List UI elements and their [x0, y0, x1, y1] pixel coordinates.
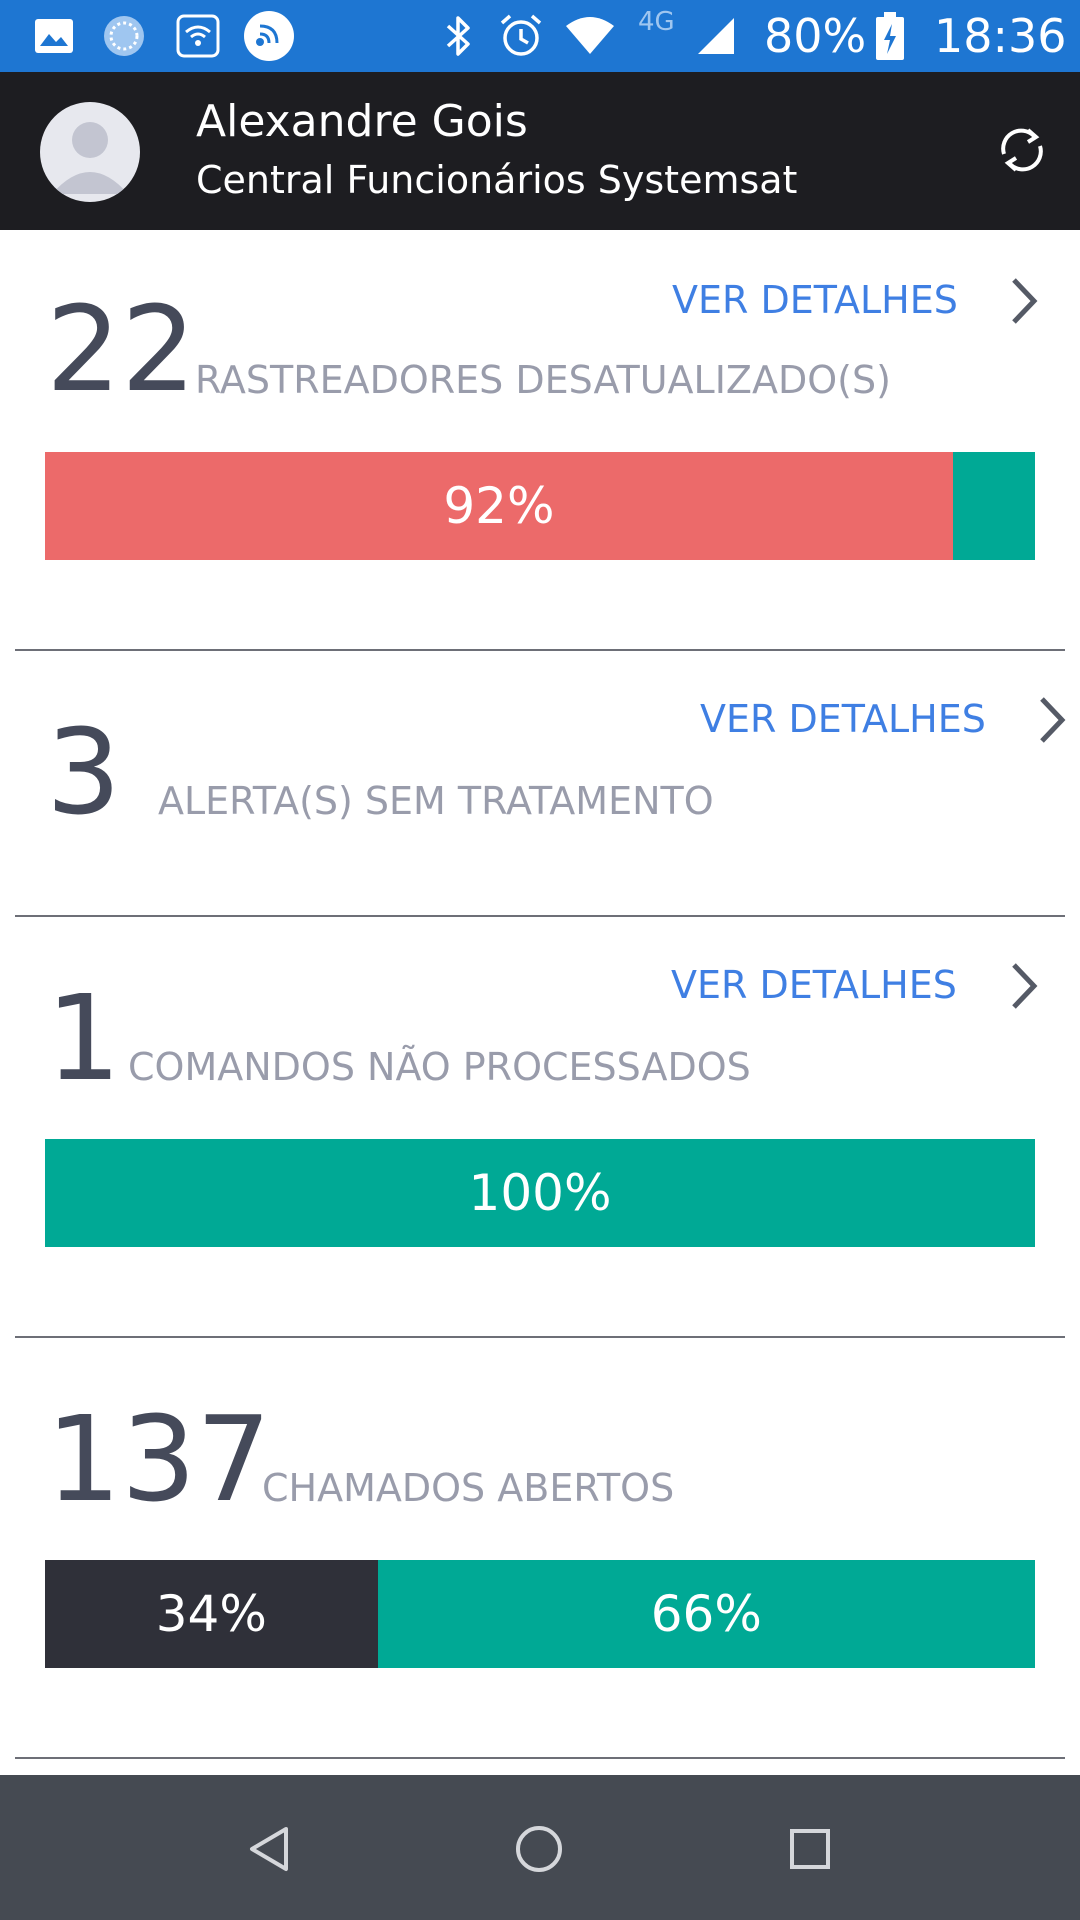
clock: 18:36: [934, 9, 1067, 63]
bar-segment: 66%: [377, 1560, 1035, 1668]
bar-segment: 92%: [45, 452, 953, 560]
progress-bar: 92%: [45, 452, 1035, 560]
signal-app-icon: [243, 0, 295, 72]
bar-segment: [952, 452, 1035, 560]
sync-icon: [102, 0, 146, 72]
card-open-tickets: 137 CHAMADOS ABERTOS 34% 66%: [0, 1338, 1080, 1758]
details-link[interactable]: VER DETALHES: [671, 963, 957, 1007]
battery-charging-icon: [876, 0, 904, 72]
recents-icon[interactable]: [788, 1827, 832, 1871]
bar-segment: 34%: [45, 1560, 378, 1668]
count-value: 3: [46, 703, 122, 841]
refresh-icon[interactable]: [990, 118, 1054, 182]
card-untreated-alerts: VER DETALHES 3 ALERTA(S) SEM TRATAMENTO: [0, 651, 1080, 916]
battery-percent: 80%: [764, 9, 867, 63]
count-label: ALERTA(S) SEM TRATAMENTO: [158, 779, 714, 823]
count-value: 1: [46, 969, 122, 1107]
back-icon[interactable]: [246, 1825, 294, 1873]
count-label: RASTREADORES DESATUALIZADO(S): [195, 358, 891, 402]
wifi-icon: [564, 0, 616, 72]
progress-bar: 100%: [45, 1139, 1035, 1247]
count-value: 137: [46, 1390, 272, 1528]
card-unprocessed-commands: VER DETALHES 1 COMANDOS NÃO PROCESSADOS …: [0, 917, 1080, 1337]
progress-bar: 34% 66%: [45, 1560, 1035, 1668]
card-outdated-trackers: VER DETALHES 22 RASTREADORES DESATUALIZA…: [0, 230, 1080, 650]
chevron-right-icon[interactable]: [1032, 695, 1072, 745]
count-value: 22: [46, 280, 197, 418]
wifi-settings-icon: [176, 0, 220, 72]
count-label: COMANDOS NÃO PROCESSADOS: [128, 1045, 751, 1089]
home-icon[interactable]: [514, 1824, 564, 1874]
bar-segment: 100%: [45, 1139, 1035, 1247]
network-type: 4G: [638, 7, 675, 37]
status-bar: 4G 80% 18:36: [0, 0, 1080, 72]
gallery-icon: [34, 0, 74, 72]
count-label: CHAMADOS ABERTOS: [262, 1466, 675, 1510]
app-header: Alexandre Gois Central Funcionários Syst…: [0, 72, 1080, 230]
bluetooth-icon: [444, 0, 474, 72]
alarm-icon: [498, 0, 544, 72]
divider: [15, 1757, 1065, 1759]
cellular-signal-icon: [696, 0, 736, 72]
details-link[interactable]: VER DETALHES: [672, 278, 958, 322]
chevron-right-icon[interactable]: [1004, 961, 1044, 1011]
user-name: Alexandre Gois: [196, 96, 528, 147]
details-link[interactable]: VER DETALHES: [700, 697, 986, 741]
user-subtitle: Central Funcionários Systemsat: [196, 158, 798, 202]
navigation-bar: [0, 1775, 1080, 1920]
chevron-right-icon[interactable]: [1004, 276, 1044, 326]
avatar[interactable]: [40, 102, 140, 202]
